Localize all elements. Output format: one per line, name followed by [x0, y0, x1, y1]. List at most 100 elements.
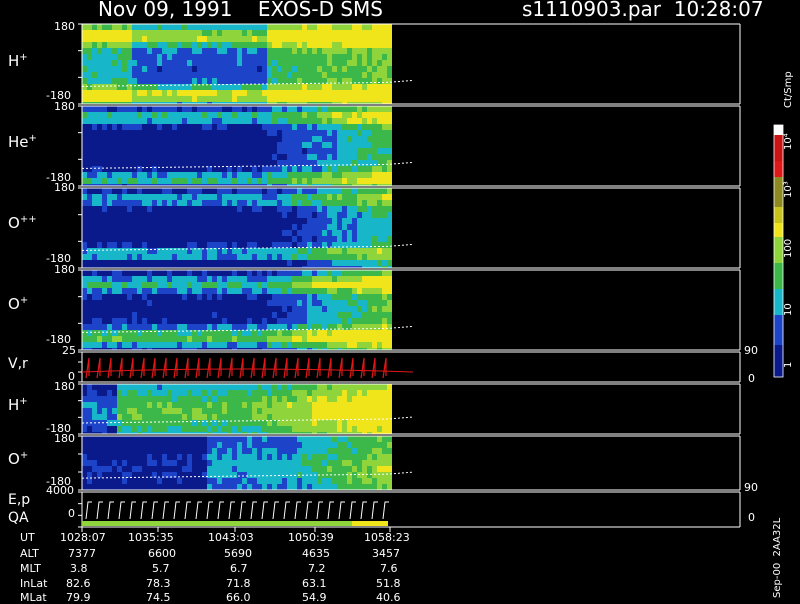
heatmap-cell [387, 130, 392, 136]
heatmap-cell [277, 248, 282, 254]
heatmap-cell [202, 254, 207, 260]
heatmap-cell [272, 236, 277, 242]
heatmap-cell [167, 72, 172, 78]
heatmap-cell [372, 230, 377, 236]
heatmap-cell [272, 36, 277, 42]
heatmap-cell [137, 230, 142, 236]
heatmap-cell [107, 154, 112, 160]
heatmap-cell [142, 336, 147, 342]
heatmap-cell [307, 478, 312, 484]
heatmap-cell [337, 136, 342, 142]
heatmap-cell [82, 282, 87, 288]
heatmap-cell [332, 478, 337, 484]
heatmap-cell [252, 384, 257, 390]
heatmap-cell [232, 206, 237, 212]
heatmap-cell [322, 460, 327, 466]
heatmap-cell [302, 436, 307, 442]
heatmap-cell [302, 414, 307, 420]
heatmap-cell [307, 130, 312, 136]
heatmap-cell [237, 460, 242, 466]
heatmap-cell [152, 478, 157, 484]
heatmap-cell [177, 172, 182, 178]
heatmap-cell [322, 282, 327, 288]
heatmap-cell [227, 448, 232, 454]
heatmap-cell [327, 96, 332, 102]
heatmap-cell [172, 72, 177, 78]
heatmap-cell [202, 188, 207, 194]
heatmap-cell [252, 218, 257, 224]
heatmap-cell [337, 420, 342, 426]
heatmap-cell [117, 306, 122, 312]
eph-cell: 5690 [224, 547, 252, 560]
heatmap-cell [367, 312, 372, 318]
heatmap-cell [352, 330, 357, 336]
heatmap-cell [327, 260, 332, 266]
heatmap-cell [152, 454, 157, 460]
heatmap-cell [142, 330, 147, 336]
heatmap-cell [247, 96, 252, 102]
heatmap-cell [272, 42, 277, 48]
heatmap-cell [152, 330, 157, 336]
heatmap-cell [282, 166, 287, 172]
heatmap-cell [102, 384, 107, 390]
heatmap-cell [147, 478, 152, 484]
heatmap-cell [377, 136, 382, 142]
heatmap-cell [157, 218, 162, 224]
heatmap-cell [237, 484, 242, 490]
heatmap-cell [122, 172, 127, 178]
heatmap-cell [122, 436, 127, 442]
heatmap-cell [172, 96, 177, 102]
heatmap-cell [367, 166, 372, 172]
heatmap-cell [137, 248, 142, 254]
heatmap-cell [297, 402, 302, 408]
heatmap-cell [267, 436, 272, 442]
heatmap-cell [347, 336, 352, 342]
heatmap-cell [387, 66, 392, 72]
heatmap-cell [207, 118, 212, 124]
heatmap-cell [192, 242, 197, 248]
heatmap-cell [322, 48, 327, 54]
heatmap-cell [337, 194, 342, 200]
heatmap-cell [347, 478, 352, 484]
heatmap-cell [342, 90, 347, 96]
heatmap-cell [302, 106, 307, 112]
heatmap-cell [227, 436, 232, 442]
heatmap-cell [277, 188, 282, 194]
heatmap-cell [387, 472, 392, 478]
heatmap-cell [292, 330, 297, 336]
heatmap-cell [97, 466, 102, 472]
heatmap-cell [117, 288, 122, 294]
heatmap-cell [367, 270, 372, 276]
heatmap-cell [227, 206, 232, 212]
heatmap-cell [152, 294, 157, 300]
heatmap-cell [322, 148, 327, 154]
heatmap-cell [317, 84, 322, 90]
heatmap-cell [252, 112, 257, 118]
heatmap-cell [117, 472, 122, 478]
heatmap-cell [87, 288, 92, 294]
heatmap-cell [287, 42, 292, 48]
heatmap-cell [312, 72, 317, 78]
heatmap-cell [102, 426, 107, 432]
heatmap-cell [372, 402, 377, 408]
heatmap-cell [112, 142, 117, 148]
heatmap-cell [187, 384, 192, 390]
heatmap-cell [162, 60, 167, 66]
heatmap-cell [317, 426, 322, 432]
heatmap-cell [172, 48, 177, 54]
heatmap-cell [302, 448, 307, 454]
heatmap-cell [162, 402, 167, 408]
heatmap-cell [187, 200, 192, 206]
heatmap-cell [237, 442, 242, 448]
heatmap-cell [267, 318, 272, 324]
heatmap-cell [307, 260, 312, 266]
heatmap-cell [202, 194, 207, 200]
heatmap-cell [117, 442, 122, 448]
heatmap-cell [377, 200, 382, 206]
heatmap-cell [187, 282, 192, 288]
heatmap-cell [187, 484, 192, 490]
heatmap-cell [147, 420, 152, 426]
heatmap-cell [342, 188, 347, 194]
heatmap-cell [92, 402, 97, 408]
heatmap-cell [232, 236, 237, 242]
